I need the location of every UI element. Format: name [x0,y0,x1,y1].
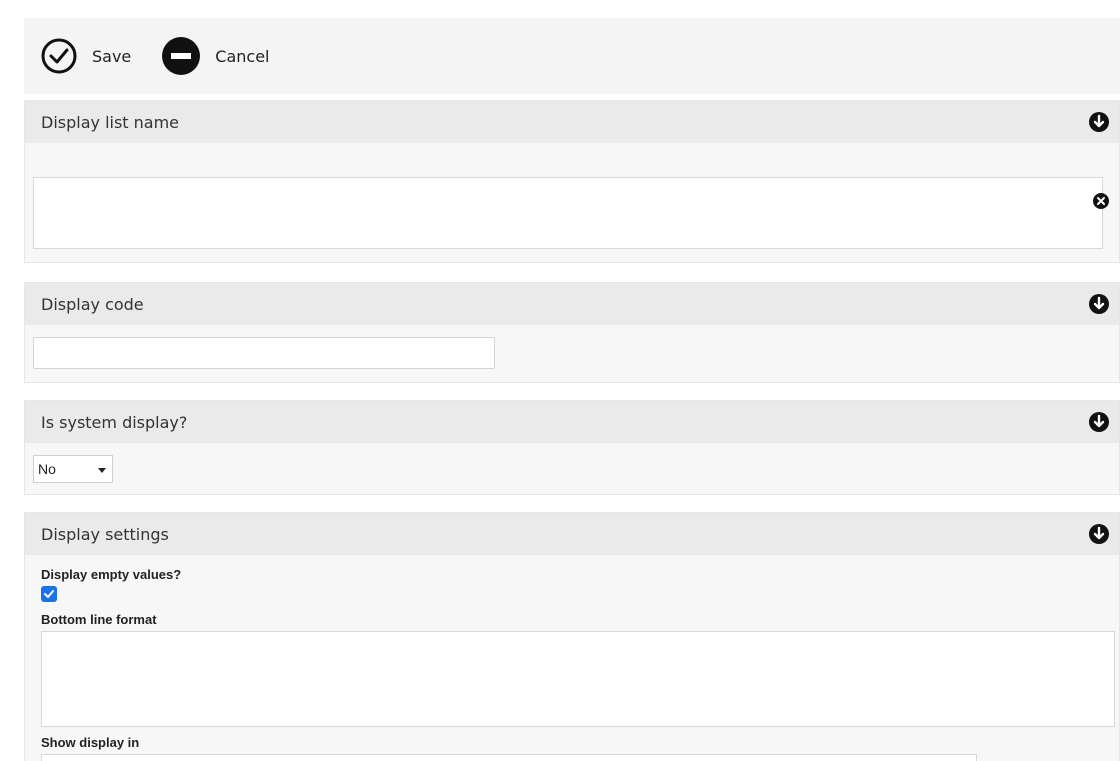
code-body [25,325,1119,381]
chevron-down-icon [98,467,106,473]
save-button[interactable]: Save [40,37,131,75]
check-circle-icon [41,38,77,74]
settings-header[interactable]: Display settings [25,513,1119,555]
collapse-arrow-icon[interactable] [1089,412,1109,432]
save-label: Save [92,46,132,66]
list-name-title: Display list name [41,112,180,132]
checkmark-icon [44,590,54,598]
bottom-line-label: Bottom line format [41,612,157,627]
code-title: Display code [41,294,144,314]
settings-title: Display settings [41,524,169,544]
page: Save Cancel Display list name Display co… [0,0,1120,761]
system-body: No [25,443,1119,495]
list-name-header[interactable]: Display list name [25,101,1119,143]
code-input[interactable] [33,337,495,369]
collapse-arrow-icon[interactable] [1089,294,1109,314]
toolbar: Save Cancel [24,18,1120,94]
bottom-line-input[interactable] [41,631,1115,727]
system-display-select[interactable]: No [33,455,113,483]
collapse-arrow-icon[interactable] [1089,524,1109,544]
settings-section: Display settings Display empty values? B… [24,512,1120,761]
cancel-label: Cancel [215,46,270,66]
list-name-input[interactable] [33,177,1103,249]
system-header[interactable]: Is system display? [25,401,1119,443]
show-in-input[interactable] [41,754,977,761]
code-header[interactable]: Display code [25,283,1119,325]
minus-circle-icon [162,37,201,75]
show-in-label: Show display in [41,735,140,750]
list-name-section: Display list name [24,100,1120,263]
clear-icon[interactable] [1093,193,1109,209]
settings-body: Display empty values? Bottom line format… [25,555,1119,761]
cancel-button[interactable]: Cancel [161,36,269,76]
system-title: Is system display? [41,412,188,432]
list-name-body [25,177,1119,261]
system-display-value: No [38,461,56,477]
system-section: Is system display? No [24,400,1120,495]
collapse-arrow-icon[interactable] [1089,112,1109,132]
empty-values-label: Display empty values? [41,567,182,582]
code-section: Display code [24,282,1120,383]
empty-values-checkbox[interactable] [41,586,57,602]
